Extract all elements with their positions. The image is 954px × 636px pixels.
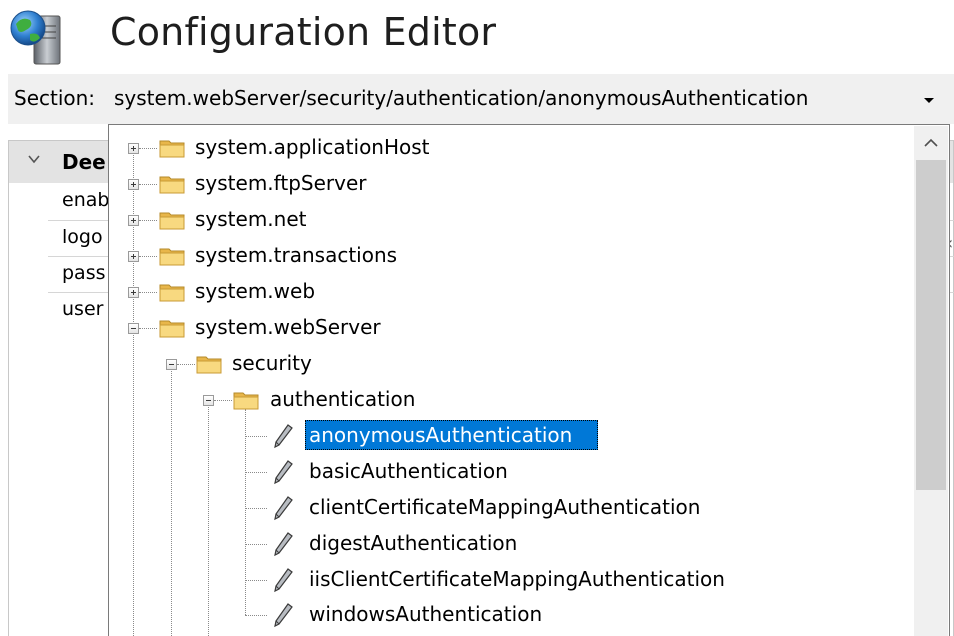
tree-item-system-net[interactable]: system.net	[195, 206, 306, 232]
tree-item-windowsauthentication[interactable]: windowsAuthentication	[309, 601, 542, 627]
tree-connector-line	[245, 580, 267, 581]
folder-icon	[159, 212, 185, 230]
tree-item-system-transactions[interactable]: system.transactions	[195, 242, 397, 268]
tree-item-basicauthentication[interactable]: basicAuthentication	[309, 458, 508, 484]
pen-icon	[274, 496, 293, 521]
tree-connector-line	[245, 436, 267, 437]
pen-icon	[274, 568, 293, 593]
expand-plus-icon[interactable]	[128, 251, 139, 262]
expand-plus-icon[interactable]	[128, 143, 139, 154]
property-grid-group-label: Dee	[62, 150, 106, 174]
tree-connector-line	[139, 220, 157, 221]
tree-connector-line	[139, 184, 157, 185]
collapse-minus-icon[interactable]	[203, 395, 214, 406]
folder-icon	[159, 284, 185, 302]
property-name: logo	[62, 226, 103, 248]
chevron-up-icon[interactable]	[922, 136, 940, 150]
tree-item-system-web[interactable]: system.web	[195, 278, 315, 304]
expand-plus-icon[interactable]	[128, 287, 139, 298]
folder-icon	[159, 248, 185, 266]
section-tree-dropdown[interactable]	[108, 124, 950, 636]
section-combobox[interactable]: system.webServer/security/authentication…	[114, 86, 808, 110]
tree-connector-line	[245, 409, 246, 615]
tree-item-system-applicationhost[interactable]: system.applicationHost	[195, 134, 430, 160]
pen-icon	[274, 424, 293, 449]
pen-icon	[274, 460, 293, 485]
tree-item-system-webserver[interactable]: system.webServer	[195, 314, 381, 340]
chevron-down-icon[interactable]	[28, 153, 40, 165]
property-name: user	[62, 298, 104, 320]
collapse-minus-icon[interactable]	[128, 323, 139, 334]
tree-connector-line	[208, 401, 209, 636]
tree-item-iisclientcertificatemappingauthentication[interactable]: iisClientCertificateMappingAuthenticatio…	[309, 566, 725, 592]
pen-icon	[274, 532, 293, 557]
tree-connector-line	[139, 148, 157, 149]
folder-icon	[159, 176, 185, 194]
tree-connector-line	[139, 256, 157, 257]
folder-icon	[159, 140, 185, 158]
tree-item-anonymousauthentication[interactable]: anonymousAuthentication	[309, 422, 572, 448]
tree-connector-line	[214, 400, 232, 401]
tree-connector-line	[139, 292, 157, 293]
expand-plus-icon[interactable]	[128, 179, 139, 190]
tree-connector-line	[245, 544, 267, 545]
property-name: pass	[62, 262, 106, 284]
configuration-editor-icon	[8, 6, 68, 68]
tree-connector-line	[139, 328, 157, 329]
tree-item-system-ftpserver[interactable]: system.ftpServer	[195, 170, 366, 196]
tree-connector-line	[177, 364, 195, 365]
folder-open-icon	[233, 392, 259, 410]
section-label: Section:	[14, 86, 96, 110]
tree-connector-line	[171, 364, 172, 636]
tree-item-authentication[interactable]: authentication	[270, 386, 415, 412]
collapse-minus-icon[interactable]	[166, 359, 177, 370]
tree-item-digestauthentication[interactable]: digestAuthentication	[309, 530, 517, 556]
expand-plus-icon[interactable]	[128, 215, 139, 226]
tree-connector-line	[245, 472, 267, 473]
page-title: Configuration Editor	[110, 10, 497, 54]
tree-item-security[interactable]: security	[232, 350, 312, 376]
tree-connector-line	[245, 508, 267, 509]
scrollbar-thumb[interactable]	[916, 160, 946, 490]
pen-icon	[274, 603, 293, 628]
folder-open-icon	[159, 320, 185, 338]
tree-connector-line	[245, 615, 267, 616]
tree-item-clientcertificatemappingauthentication[interactable]: clientCertificateMappingAuthentication	[309, 494, 700, 520]
chevron-down-icon	[924, 98, 934, 103]
folder-open-icon	[196, 356, 222, 374]
property-name: enab	[62, 189, 110, 211]
